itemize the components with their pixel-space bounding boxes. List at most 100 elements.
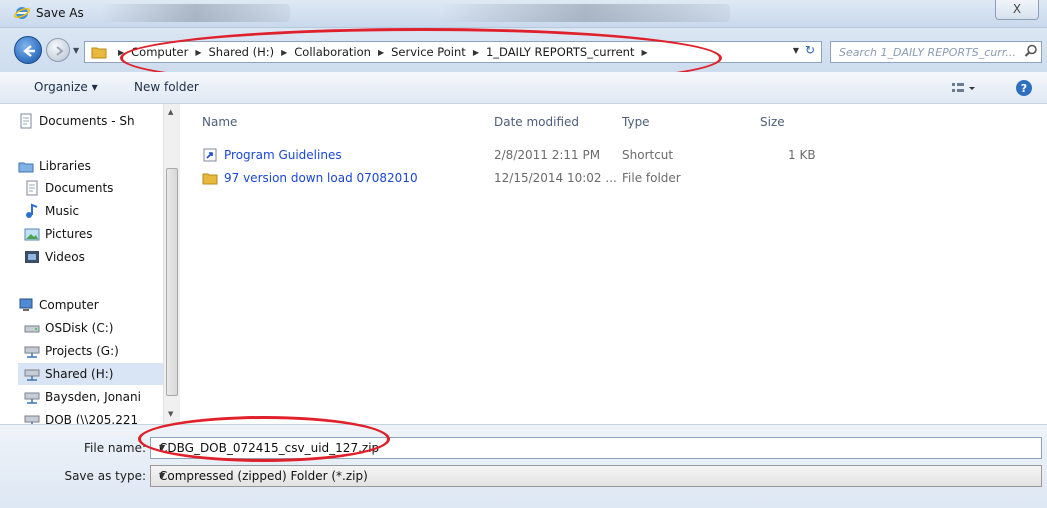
file-type: File folder: [622, 171, 681, 185]
file-row[interactable]: Program Guidelines 2/8/2011 2:11 PM Shor…: [202, 145, 1022, 165]
recent-pages-dropdown[interactable]: ▼: [73, 46, 79, 55]
file-type: Shortcut: [622, 148, 674, 162]
folder-icon: [91, 47, 107, 59]
file-size: 1 KB: [788, 148, 816, 162]
shortcut-icon: [203, 148, 217, 162]
document-icon: [26, 180, 38, 196]
file-name: 97 version down load 07082010: [224, 171, 418, 185]
nav-item-projects[interactable]: Projects (G:): [24, 340, 169, 362]
computer-icon: [19, 298, 33, 311]
breadcrumb-shared-h[interactable]: Shared (H:): [208, 45, 274, 59]
nav-item-dob[interactable]: DOB (\\205.221: [24, 409, 169, 424]
address-dropdown[interactable]: ▼: [793, 46, 799, 55]
back-arrow-icon: [23, 45, 35, 57]
music-icon: [26, 203, 38, 218]
search-icon[interactable]: [1024, 44, 1038, 58]
address-row: ▼ ▶ Computer ▶ Shared (H:) ▶ Collaborati…: [0, 28, 1047, 72]
scroll-down-arrow-icon[interactable]: ▼: [168, 410, 173, 418]
save-options: File name: CDBG_DOB_072415_csv_uid_127.z…: [0, 424, 1047, 508]
document-icon: [20, 113, 32, 129]
nav-label: Documents: [45, 181, 114, 195]
chevron-down-icon[interactable]: ▼: [159, 443, 1037, 452]
internet-explorer-icon: [14, 7, 30, 19]
blurred-tab: [100, 4, 290, 22]
pictures-icon: [24, 228, 40, 241]
breadcrumb-computer[interactable]: Computer: [131, 45, 188, 59]
forward-button[interactable]: [46, 38, 70, 62]
nav-label: Videos: [45, 250, 85, 264]
nav-item-music[interactable]: Music: [24, 200, 169, 222]
file-name-field[interactable]: CDBG_DOB_072415_csv_uid_127.zip ▼: [150, 437, 1042, 459]
search-input[interactable]: [831, 42, 1016, 62]
chevron-right-icon[interactable]: ▶: [195, 48, 201, 57]
chevron-right-icon[interactable]: ▶: [473, 48, 479, 57]
libraries-icon: [18, 162, 34, 173]
nav-label: DOB (\\205.221: [45, 413, 139, 424]
save-as-type-label: Save as type:: [64, 469, 146, 483]
breadcrumb-service-point[interactable]: Service Point: [391, 45, 466, 59]
nav-item-videos[interactable]: Videos: [24, 246, 169, 268]
breadcrumb: ▶ Computer ▶ Shared (H:) ▶ Collaboration…: [111, 45, 655, 59]
close-button[interactable]: X: [995, 0, 1039, 20]
nav-label: Computer: [39, 298, 99, 312]
scroll-up-arrow-icon[interactable]: ▲: [168, 108, 173, 116]
blurred-tab: [440, 4, 730, 22]
nav-item-baysden[interactable]: Baysden, Jonani: [24, 386, 169, 408]
chevron-right-icon[interactable]: ▶: [281, 48, 287, 57]
nav-label: OSDisk (C:): [45, 321, 114, 335]
refresh-icon[interactable]: ↻: [801, 43, 819, 61]
nav-label: Projects (G:): [45, 344, 119, 358]
search-box[interactable]: [830, 41, 1042, 63]
nav-item-pictures[interactable]: Pictures: [24, 223, 169, 245]
network-drive-icon: [24, 369, 40, 381]
toolbar: Organize ▾ New folder ?: [0, 72, 1047, 104]
navigation-pane: Documents - Sh Libraries Documents Music…: [18, 104, 180, 424]
breadcrumb-daily-reports[interactable]: 1_DAILY REPORTS_current: [486, 45, 635, 59]
file-date: 2/8/2011 2:11 PM: [494, 148, 601, 162]
new-folder-button[interactable]: New folder: [134, 80, 199, 94]
nav-item-documents[interactable]: Documents: [24, 177, 169, 199]
window-title: Save As: [36, 6, 84, 20]
nav-item-shared[interactable]: Shared (H:): [18, 363, 163, 385]
column-header-size[interactable]: Size: [760, 115, 785, 129]
drive-icon: [24, 325, 40, 333]
column-header-type[interactable]: Type: [622, 115, 650, 129]
column-header-date[interactable]: Date modified: [494, 115, 579, 129]
file-date: 12/15/2014 10:02 ...: [494, 171, 617, 185]
nav-label: Music: [45, 204, 80, 218]
svg-text:?: ?: [1021, 82, 1027, 95]
network-drive-icon: [24, 392, 40, 404]
back-button[interactable]: [14, 36, 42, 64]
column-header-name[interactable]: Name: [202, 115, 237, 129]
forward-arrow-icon: [56, 46, 64, 56]
save-as-type-select[interactable]: Compressed (zipped) Folder (*.zip) ▼: [150, 465, 1042, 487]
organize-button[interactable]: Organize ▾: [34, 80, 98, 94]
file-name-label: File name:: [84, 441, 146, 455]
file-name: Program Guidelines: [224, 148, 342, 162]
nav-item-computer[interactable]: Computer: [18, 294, 163, 316]
chevron-right-icon[interactable]: ▶: [641, 48, 647, 57]
nav-label: Libraries: [39, 159, 91, 173]
chevron-down-icon[interactable]: ▼: [159, 471, 1037, 480]
nav-label: Shared (H:): [45, 367, 114, 381]
nav-item-libraries[interactable]: Libraries: [18, 155, 163, 177]
file-row[interactable]: 97 version down load 07082010 12/15/2014…: [202, 168, 1022, 188]
network-drive-icon: [24, 415, 40, 424]
chevron-right-icon[interactable]: ▶: [378, 48, 384, 57]
videos-icon: [25, 251, 39, 263]
chevron-right-icon: ▶: [118, 47, 125, 57]
help-icon[interactable]: ?: [1015, 79, 1033, 97]
breadcrumb-collaboration[interactable]: Collaboration: [294, 45, 371, 59]
folder-icon: [202, 173, 218, 185]
nav-item-osdisk[interactable]: OSDisk (C:): [24, 317, 169, 339]
view-options-icon[interactable]: [950, 79, 976, 97]
file-list: Name Date modified Type Size Program Gui…: [182, 104, 1047, 424]
address-bar[interactable]: ▶ Computer ▶ Shared (H:) ▶ Collaboration…: [84, 41, 822, 63]
network-drive-icon: [24, 346, 40, 358]
nav-item-documents-share[interactable]: Documents - Sh: [18, 110, 163, 132]
nav-label: Baysden, Jonani: [45, 390, 141, 404]
nav-label: Documents - Sh: [39, 114, 135, 128]
nav-label: Pictures: [45, 227, 93, 241]
nav-scrollbar[interactable]: ▲ ▼: [163, 104, 180, 424]
scrollbar-thumb[interactable]: [166, 168, 178, 396]
